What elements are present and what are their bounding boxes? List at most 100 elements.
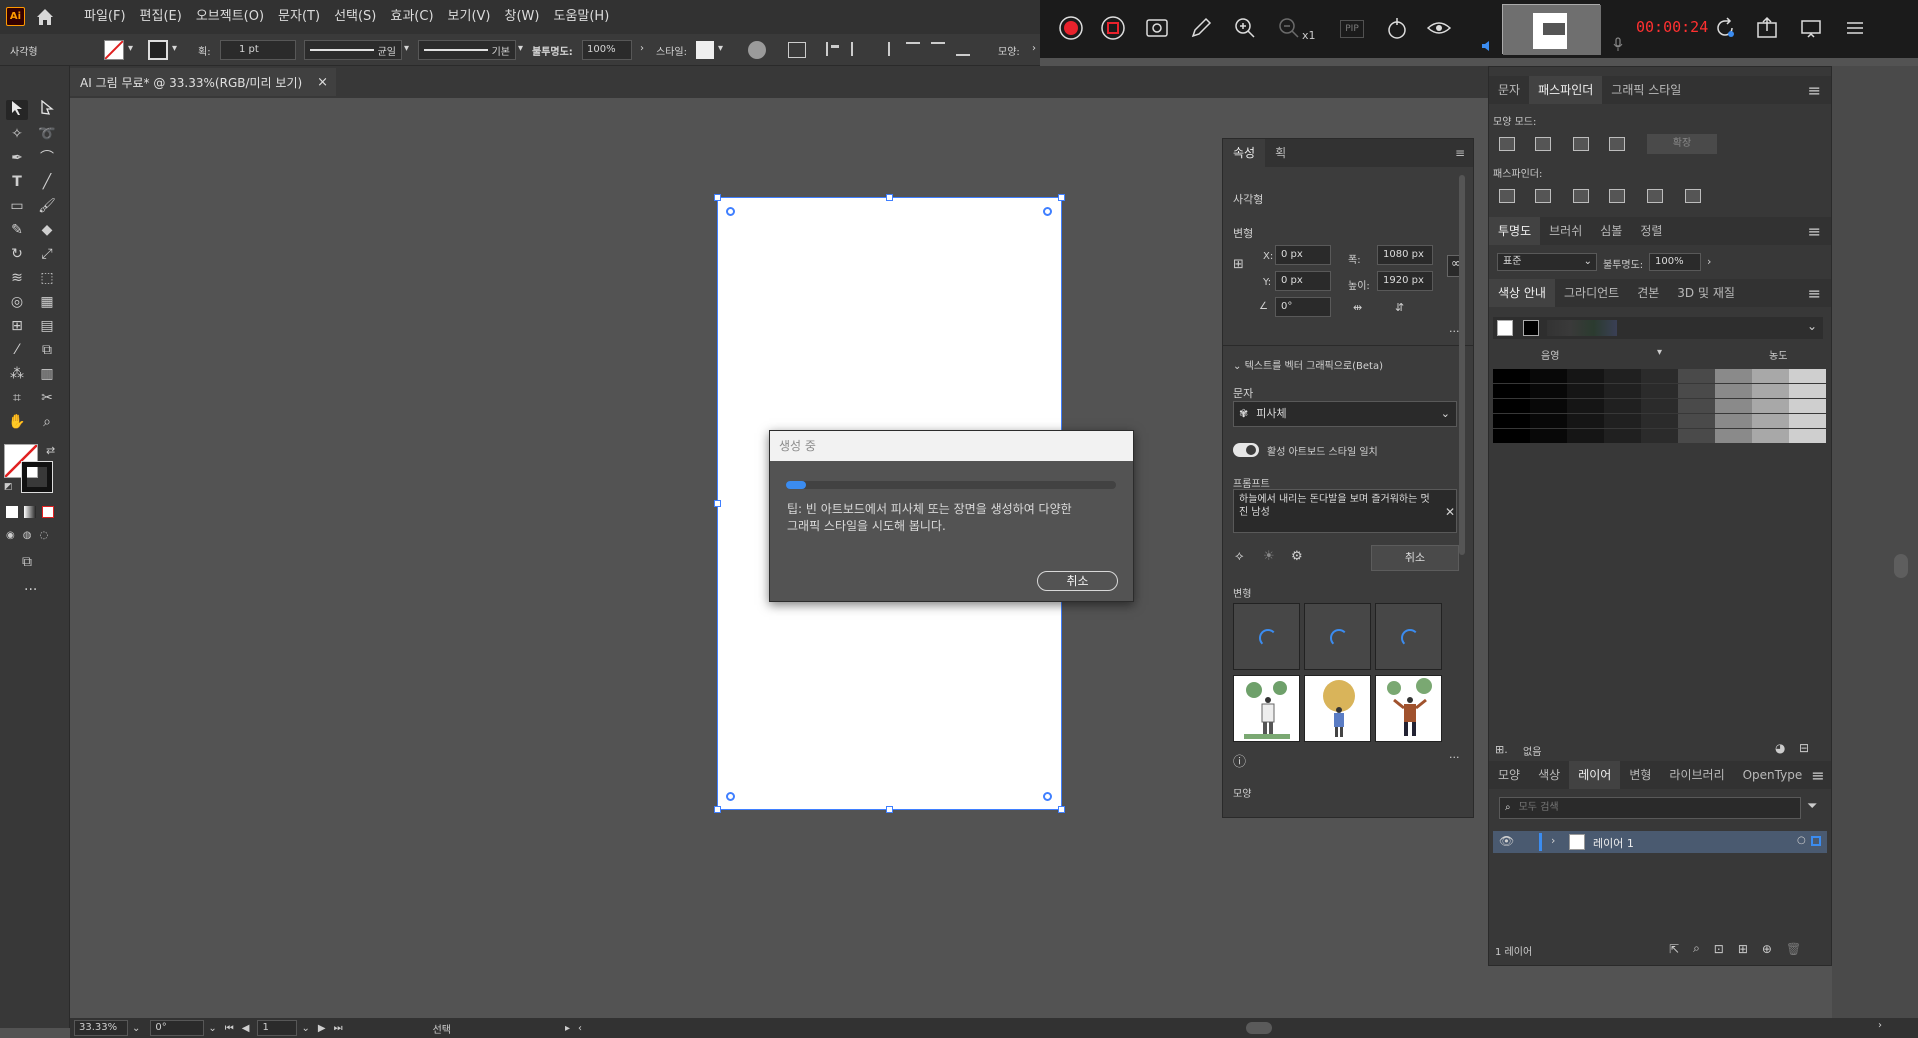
- mesh-tool-icon[interactable]: ⊞: [6, 316, 28, 336]
- menu-object[interactable]: 오브젝트(O): [196, 0, 264, 34]
- visibility-eye-icon[interactable]: 👁: [1499, 834, 1514, 848]
- color-variation-swatch[interactable]: [1530, 414, 1567, 428]
- dialog-cancel-button[interactable]: 취소: [1037, 571, 1118, 591]
- color-variation-swatch[interactable]: [1641, 369, 1678, 383]
- angle-input[interactable]: 0°: [1275, 297, 1331, 317]
- match-style-toggle[interactable]: [1233, 443, 1259, 457]
- more-tools-icon[interactable]: ···: [24, 582, 37, 598]
- swap-colors-icon[interactable]: ⇄: [46, 444, 55, 457]
- panel-menu-icon[interactable]: ≡: [1455, 146, 1465, 160]
- opacity-label[interactable]: 불투명도:: [532, 43, 573, 58]
- chevron-down-icon[interactable]: ⌄: [1807, 319, 1817, 333]
- screen-mode-icon[interactable]: ⧉: [22, 554, 32, 570]
- color-variation-swatch[interactable]: [1604, 414, 1641, 428]
- color-variation-swatch[interactable]: [1604, 384, 1641, 398]
- corner-widget[interactable]: [726, 792, 735, 801]
- lasso-tool-icon[interactable]: ➰: [36, 124, 58, 144]
- close-tab-icon[interactable]: ×: [317, 75, 328, 90]
- style-picker-icon[interactable]: ⟡: [1235, 549, 1244, 564]
- color-variation-swatch[interactable]: [1493, 384, 1530, 398]
- align-to-icon[interactable]: [788, 42, 806, 58]
- new-sublayer-icon[interactable]: ⊞: [1738, 942, 1748, 956]
- info-icon[interactable]: ⓘ: [1233, 751, 1246, 770]
- reference-point-icon[interactable]: ⊞: [1233, 257, 1251, 275]
- microphone-icon[interactable]: [1610, 36, 1626, 56]
- scale-tool-icon[interactable]: ⤢: [36, 244, 58, 264]
- target-icon[interactable]: ○: [1797, 835, 1806, 846]
- color-variation-swatch[interactable]: [1678, 429, 1715, 443]
- rectangle-tool-icon[interactable]: ▭: [6, 196, 28, 216]
- color-variation-swatch[interactable]: [1715, 414, 1752, 428]
- eyedropper-tool-icon[interactable]: ⁄: [6, 340, 28, 360]
- draw-normal-icon[interactable]: ◉: [6, 530, 15, 541]
- next-artboard-icon[interactable]: ▶: [318, 1023, 326, 1034]
- color-variation-swatch[interactable]: [1752, 429, 1789, 443]
- chevron-down-icon[interactable]: ⌄: [301, 1023, 309, 1034]
- color-variation-swatch[interactable]: [1530, 369, 1567, 383]
- resize-handle[interactable]: [886, 194, 893, 201]
- zoom-tool-icon[interactable]: ⌕: [36, 412, 58, 432]
- variation-thumbnail[interactable]: [1233, 675, 1300, 742]
- hand-tool-icon[interactable]: ✋: [6, 412, 28, 432]
- resize-handle[interactable]: [1058, 806, 1065, 813]
- color-variation-swatch[interactable]: [1493, 369, 1530, 383]
- color-variation-swatch[interactable]: [1789, 429, 1826, 443]
- color-variation-swatch[interactable]: [1752, 384, 1789, 398]
- resize-handle[interactable]: [886, 806, 893, 813]
- edit-colors-icon[interactable]: ◕: [1775, 741, 1785, 755]
- color-variation-swatch[interactable]: [1641, 384, 1678, 398]
- clear-prompt-icon[interactable]: ✕: [1445, 505, 1455, 519]
- base-color-black[interactable]: [1523, 320, 1539, 336]
- rotation-input[interactable]: 0°: [150, 1020, 205, 1036]
- symbol-sprayer-tool-icon[interactable]: ⁂: [6, 364, 28, 384]
- color-variation-swatch[interactable]: [1789, 369, 1826, 383]
- tab-graphic-styles[interactable]: 그래픽 스타일: [1602, 76, 1690, 104]
- resize-handle[interactable]: [714, 500, 721, 507]
- column-graph-tool-icon[interactable]: ▥: [36, 364, 58, 384]
- color-variation-swatch[interactable]: [1493, 414, 1530, 428]
- menu-icon[interactable]: [1840, 15, 1870, 43]
- effects-icon[interactable]: ☀: [1263, 549, 1275, 564]
- y-input[interactable]: 0 px: [1275, 271, 1331, 291]
- draw-inside-icon[interactable]: ◌: [39, 530, 48, 541]
- export-icon[interactable]: [1752, 15, 1782, 43]
- stroke-swatch[interactable]: [148, 40, 168, 60]
- stroke-color-icon[interactable]: [21, 461, 53, 493]
- harmony-row[interactable]: ⌄: [1493, 317, 1823, 339]
- color-variation-swatch[interactable]: [1715, 369, 1752, 383]
- tab-transform[interactable]: 변형: [1620, 761, 1660, 789]
- brush-definition[interactable]: 기본: [418, 40, 516, 60]
- crop-icon[interactable]: [1609, 189, 1625, 203]
- selection-tool-icon[interactable]: [6, 100, 28, 120]
- color-variation-swatch[interactable]: [1493, 399, 1530, 413]
- color-variation-swatch[interactable]: [1789, 384, 1826, 398]
- chevron-down-icon[interactable]: ⌄: [132, 1023, 140, 1034]
- trim-icon[interactable]: [1535, 189, 1551, 203]
- color-variation-swatch[interactable]: [1567, 384, 1604, 398]
- tab-transparency[interactable]: 투명도: [1489, 217, 1541, 245]
- color-mode-icon[interactable]: [6, 506, 18, 518]
- more-options-icon[interactable]: ···: [1449, 751, 1460, 764]
- delete-icon[interactable]: 🗑: [1786, 942, 1801, 956]
- status-menu-icon[interactable]: ▸: [565, 1023, 570, 1034]
- color-variation-swatch[interactable]: [1789, 399, 1826, 413]
- color-variation-swatch[interactable]: [1641, 399, 1678, 413]
- align-left-icon[interactable]: [826, 42, 840, 56]
- chevron-down-icon[interactable]: ▾: [518, 43, 523, 54]
- align-bottom-icon[interactable]: [956, 42, 970, 56]
- scroll-right-icon[interactable]: ›: [1878, 1020, 1882, 1031]
- tab-libraries[interactable]: 라이브러리: [1660, 761, 1733, 789]
- layer-row[interactable]: 👁 › 레이어 1 ○: [1493, 831, 1827, 853]
- divide-icon[interactable]: [1499, 189, 1515, 203]
- align-right-icon[interactable]: [876, 42, 890, 56]
- chevron-right-icon[interactable]: ›: [1707, 255, 1711, 268]
- color-variation-swatch[interactable]: [1567, 369, 1604, 383]
- tab-stroke[interactable]: 획: [1265, 139, 1296, 167]
- minus-front-icon[interactable]: [1535, 137, 1551, 151]
- color-variation-swatch[interactable]: [1493, 429, 1530, 443]
- previous-artboard-icon[interactable]: ◀: [242, 1023, 250, 1034]
- harmony-colors[interactable]: [1547, 320, 1617, 336]
- tab-color[interactable]: 색상: [1529, 761, 1569, 789]
- minus-back-icon[interactable]: [1685, 189, 1701, 203]
- color-variation-swatch[interactable]: [1678, 414, 1715, 428]
